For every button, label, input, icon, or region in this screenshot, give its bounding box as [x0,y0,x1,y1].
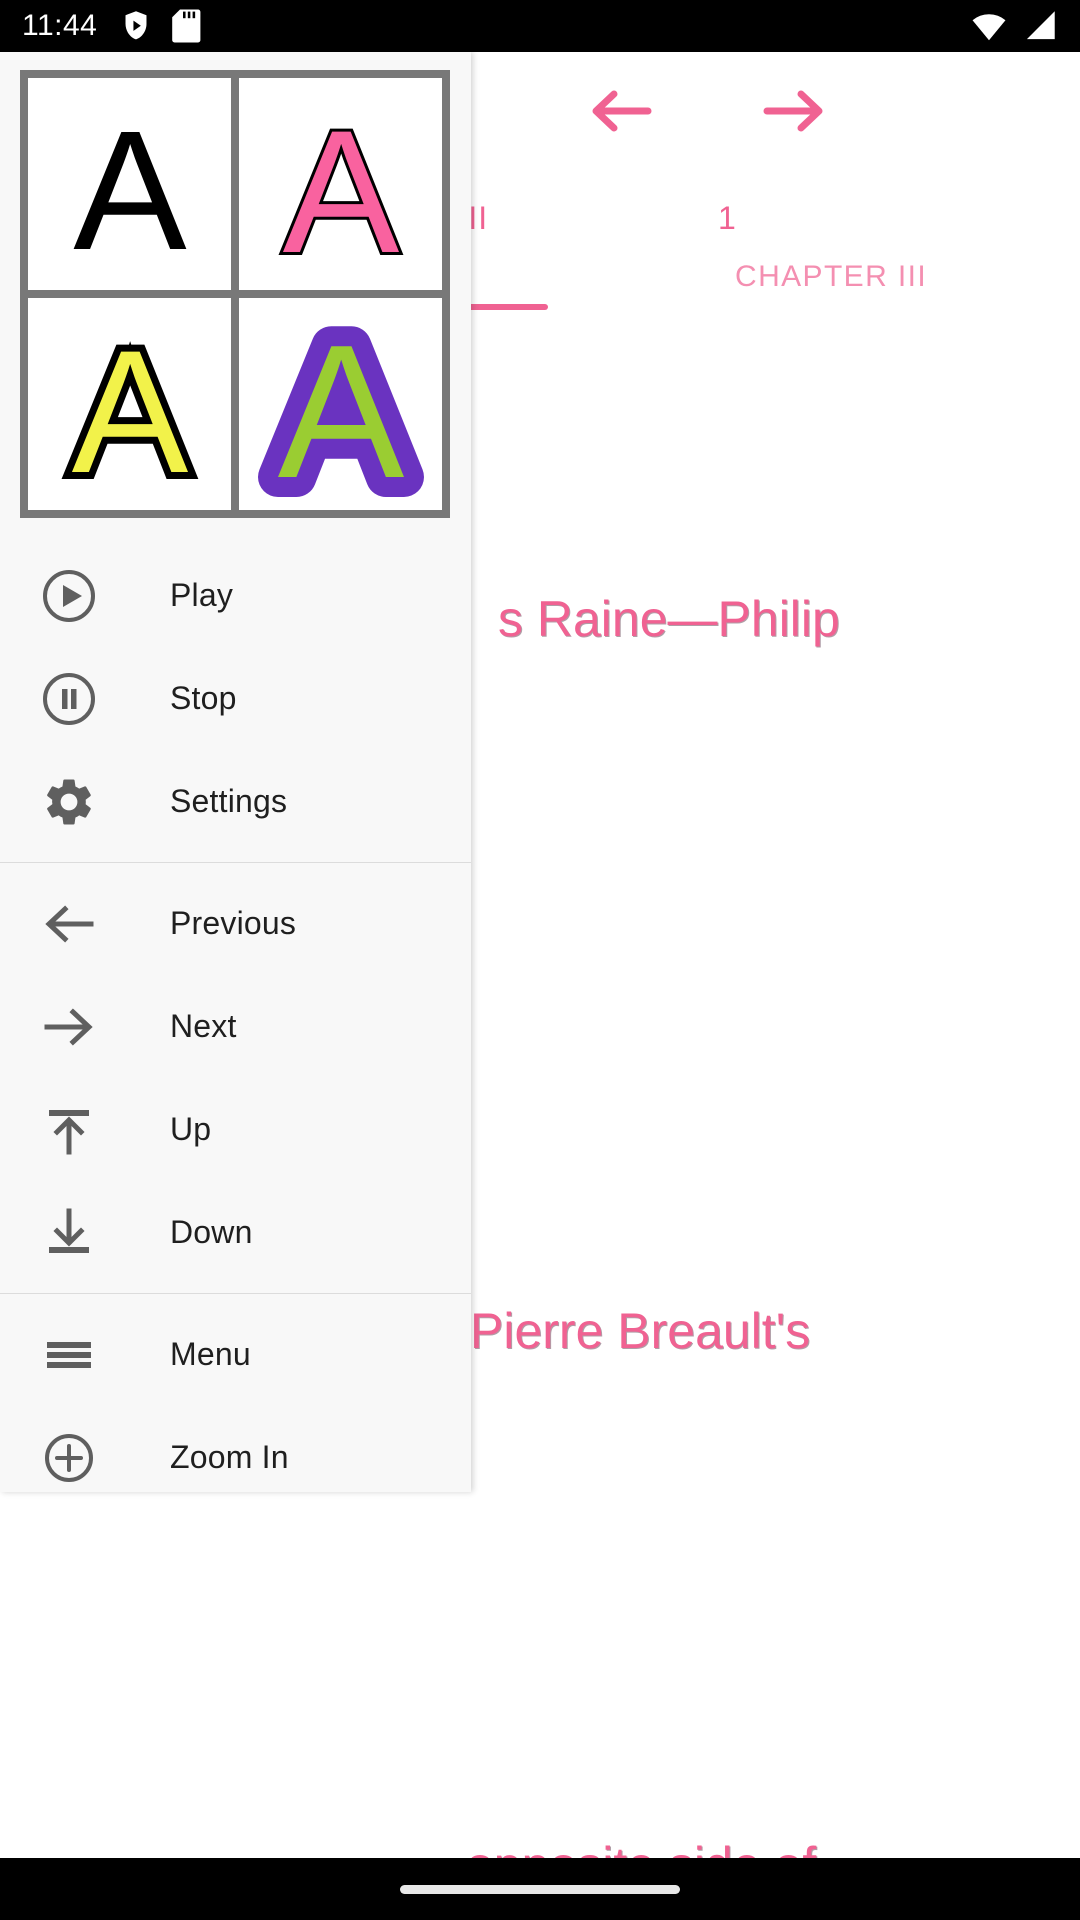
svg-text:A: A [277,306,404,509]
sd-card-icon [172,9,201,43]
menu-divider [0,1293,471,1294]
hamburger-menu-icon [40,1326,98,1384]
status-bar-clock: 11:44 [22,9,98,42]
text-style-swatch-grid: A A A A [20,70,450,518]
status-bar-system-icons [970,9,1058,43]
letter-a-pink-outline-icon: A [279,92,402,284]
letter-a-yellow-outline-icon: A [64,308,195,504]
menu-item-label: Next [170,1008,237,1044]
arrow-left-icon [592,90,652,132]
menu-item-label: Zoom In [170,1439,289,1475]
drawer-menu-list: Play Stop Settings Previous Next Up Down… [0,544,471,1492]
wifi-icon [972,14,1006,41]
menu-item-menu[interactable]: Menu [0,1303,471,1406]
menu-divider [0,862,471,863]
body-line-blank [0,1658,1080,1718]
arrow-left-icon [40,895,98,953]
menu-item-label: Settings [170,783,288,819]
swatch-style-green-purple-shadow[interactable]: A [239,298,442,510]
swatch-style-pink-outline[interactable]: A [239,78,442,290]
page-number-indicator: 1 [718,200,737,236]
status-bar-notification-icons [119,8,201,44]
arrow-right-icon [40,998,98,1056]
menu-item-up[interactable]: Up [0,1078,471,1181]
swatch-style-yellow-outline[interactable]: A [28,298,231,510]
swatch-style-plain-black[interactable]: A [28,78,231,290]
svg-text:A: A [282,95,399,284]
svg-text:A: A [71,315,188,504]
phone-screen: ER II 1 R II CHAPTER III s Raine—Philip … [0,0,1080,1920]
system-navigation-bar [0,1858,1080,1920]
menu-item-label: Menu [170,1336,251,1372]
play-circle-icon [40,567,98,625]
menu-item-label: Previous [170,905,297,941]
gear-icon [40,773,98,831]
menu-item-down[interactable]: Down [0,1181,471,1284]
menu-item-stop[interactable]: Stop [0,647,471,750]
menu-item-label: Up [170,1111,212,1147]
menu-item-label: Play [170,577,234,613]
tts-control-drawer: A A A A Play Stop Settings Previous Next… [0,52,471,1492]
vertical-align-top-icon [40,1101,98,1159]
pause-circle-icon [40,670,98,728]
shield-play-icon [125,11,147,40]
menu-item-next[interactable]: Next [0,975,471,1078]
vertical-align-bottom-icon [40,1204,98,1262]
letter-a-plain-black-icon: A [73,96,187,284]
tab-chapter-iii[interactable]: CHAPTER III [735,260,927,294]
cell-signal-icon [1026,11,1055,40]
menu-item-zoom-in[interactable]: Zoom In [0,1406,471,1492]
menu-item-previous[interactable]: Previous [0,872,471,975]
next-page-arrow-button[interactable] [755,80,835,142]
home-gesture-pill[interactable] [400,1884,680,1894]
status-bar: 11:44 [0,0,1080,52]
menu-item-play[interactable]: Play [0,544,471,647]
previous-page-arrow-button[interactable] [580,80,660,142]
menu-item-label: Down [170,1214,253,1250]
letter-a-green-purple-icon: A [257,299,424,509]
arrow-right-icon [763,90,823,132]
plus-circle-icon [40,1429,98,1487]
menu-item-label: Stop [170,680,237,716]
menu-item-settings[interactable]: Settings [0,750,471,853]
svg-text:A: A [73,96,187,284]
